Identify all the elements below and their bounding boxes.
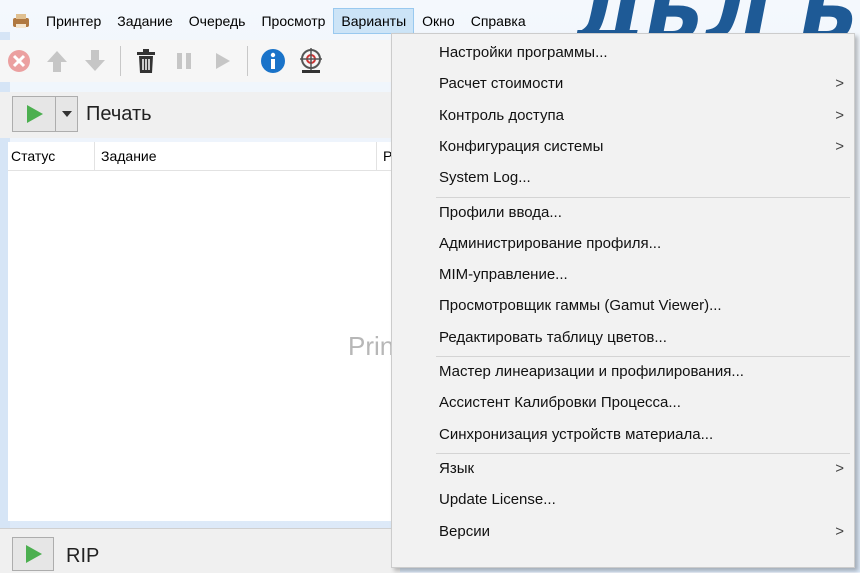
menu-item-3-0[interactable]: Язык > [392, 455, 854, 483]
menu-window[interactable]: Окно [414, 8, 463, 34]
delete-icon[interactable] [127, 42, 165, 80]
menu-item-1-0[interactable]: Профили ввода... [392, 199, 854, 227]
menu-item-1-4[interactable]: Редактировать таблицу цветов... [392, 324, 854, 352]
toolbar-separator [247, 46, 248, 76]
menu-item-3-2[interactable]: Версии > [392, 518, 854, 546]
rip-queue-bar: RIP [0, 528, 400, 573]
menu-item-1-2[interactable]: MIM-управление... [392, 261, 854, 289]
menu-item-label: Профили ввода... [439, 203, 562, 221]
menu-item-0-0[interactable]: Настройки программы... [392, 39, 854, 67]
menu-item-1-3[interactable]: Просмотровщик гаммы (Gamut Viewer)... [392, 292, 854, 320]
menu-printer[interactable]: Принтер [38, 8, 109, 34]
menu-view[interactable]: Просмотр [253, 8, 333, 34]
column-header-job[interactable]: Задание [101, 148, 157, 164]
menu-item-label: MIM-управление... [439, 266, 568, 284]
menu-item-label: Администрирование профиля... [439, 234, 662, 252]
play-icon[interactable] [13, 97, 56, 131]
play-icon [26, 545, 42, 563]
column-header-status[interactable]: Статус [11, 148, 55, 164]
rip-start-button[interactable] [12, 537, 54, 571]
options-dropdown-menu: Настройки программы... Расчет стоимости > К… [391, 33, 855, 568]
cancel-icon[interactable] [0, 42, 38, 80]
menu-item-0-1[interactable]: Расчет стоимости > [392, 70, 854, 98]
menu-item-label: Просмотровщик гаммы (Gamut Viewer)... [439, 297, 722, 315]
menu-item-label: System Log... [439, 169, 531, 187]
menu-item-0-4[interactable]: System Log... [392, 164, 854, 192]
menu-item-label: Update License... [439, 491, 556, 509]
chevron-down-icon[interactable] [56, 97, 77, 131]
menu-item-label: Мастер линеаризации и профилирования... [439, 363, 744, 380]
menu-item-3-1[interactable]: Update License... [392, 486, 854, 514]
menu-separator [436, 356, 850, 357]
toolbar-separator [120, 46, 121, 76]
submenu-arrow-icon: > [835, 522, 844, 540]
submenu-arrow-icon: > [835, 106, 844, 124]
menu-item-label: Ассистент Калибровки Процесса... [439, 394, 681, 412]
menu-separator [436, 196, 850, 198]
print-queue-label: Печать [86, 103, 152, 125]
print-queue-bar: Печать [0, 92, 400, 138]
menu-item-label: Язык [439, 459, 475, 477]
menu-item-label: Версии [439, 522, 490, 540]
menu-item-label: Настройки программы... [439, 44, 608, 61]
menu-separator [436, 452, 850, 454]
menu-item-2-1[interactable]: Ассистент Калибровки Процесса... [392, 389, 854, 417]
info-icon[interactable] [254, 42, 292, 80]
menu-item-0-2[interactable]: Контроль доступа > [392, 102, 854, 130]
app-window: Принтер Задание Очередь Просмотр Вариант… [0, 0, 860, 573]
submenu-arrow-icon: > [835, 75, 844, 93]
job-table-header: Статус Задание Р [8, 142, 400, 171]
print-start-button[interactable] [12, 96, 78, 132]
job-table-body[interactable]: Prin [8, 171, 400, 521]
menu-item-1-1[interactable]: Администрирование профиля... [392, 230, 854, 258]
column-divider[interactable] [376, 142, 377, 170]
menu-item-2-2[interactable]: Синхронизация устройств материала... [392, 421, 854, 449]
menu-queue[interactable]: Очередь [181, 8, 254, 34]
submenu-arrow-icon: > [835, 137, 844, 155]
menu-job[interactable]: Задание [109, 8, 181, 34]
submenu-arrow-icon: > [835, 459, 844, 477]
menu-options[interactable]: Варианты [333, 8, 415, 34]
move-up-icon[interactable] [38, 42, 76, 80]
pause-icon[interactable] [165, 42, 203, 80]
play-icon[interactable] [203, 42, 241, 80]
menu-item-label: Контроль доступа [439, 106, 564, 124]
menu-item-label: Редактировать таблицу цветов... [439, 328, 667, 346]
menu-item-label: Расчет стоимости [439, 75, 564, 93]
menu-item-0-3[interactable]: Конфигурация системы > [392, 133, 854, 161]
menu-bar: Принтер Задание Очередь Просмотр Вариант… [0, 8, 860, 34]
app-icon[interactable] [10, 12, 32, 30]
target-icon[interactable] [292, 42, 330, 80]
toolbar [0, 40, 400, 82]
empty-placeholder-text: Prin [348, 331, 395, 361]
menu-help[interactable]: Справка [463, 8, 534, 34]
menu-item-label: Конфигурация системы [439, 137, 604, 155]
move-down-icon[interactable] [76, 42, 114, 80]
column-divider[interactable] [94, 142, 95, 170]
rip-queue-label: RIP [66, 545, 100, 567]
menu-item-2-0[interactable]: Мастер линеаризации и профилирования... [392, 358, 854, 386]
menu-item-label: Синхронизация устройств материала... [439, 425, 714, 443]
